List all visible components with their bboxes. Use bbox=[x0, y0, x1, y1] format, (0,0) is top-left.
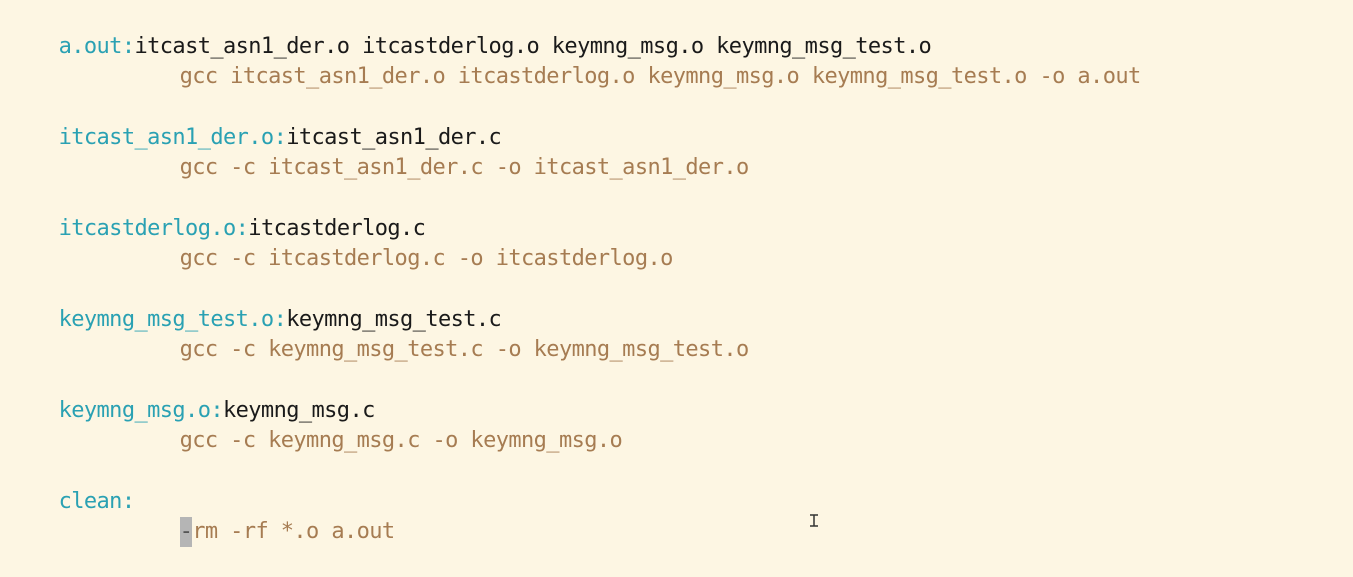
recipe-command: gcc itcast_asn1_der.o itcastderlog.o key… bbox=[179, 64, 1142, 89]
recipe-line-a-out[interactable]: gcc itcast_asn1_der.o itcastderlog.o key… bbox=[129, 32, 1142, 89]
recipe-command: gcc -c itcast_asn1_der.c -o itcast_asn1_… bbox=[179, 155, 750, 180]
recipe-line-clean[interactable]: -rm -rf *.o a.out bbox=[129, 487, 395, 547]
rule-line-clean[interactable]: clean: bbox=[8, 457, 135, 514]
rule-line-itcast-asn1-der[interactable]: itcast_asn1_der.o:itcast_asn1_der.c bbox=[8, 93, 502, 150]
rule-line-keymng-msg-test[interactable]: keymng_msg_test.o:keymng_msg_test.c bbox=[8, 275, 502, 332]
recipe-command: gcc -c itcastderlog.c -o itcastderlog.o bbox=[179, 246, 674, 271]
text-ibeam-icon bbox=[810, 514, 818, 527]
rule-line-itcastderlog[interactable]: itcastderlog.o:itcastderlog.c bbox=[8, 184, 426, 241]
recipe-command: gcc -c keymng_msg_test.c -o keymng_msg_t… bbox=[179, 337, 750, 362]
rule-target: clean bbox=[58, 489, 123, 514]
makefile-editor[interactable]: a.out:itcast_asn1_der.o itcastderlog.o k… bbox=[0, 0, 1353, 547]
recipe-command: gcc -c keymng_msg.c -o keymng_msg.o bbox=[179, 428, 623, 453]
recipe-line-itcastderlog[interactable]: gcc -c itcastderlog.c -o itcastderlog.o bbox=[129, 214, 674, 271]
recipe-command: rm -rf *.o a.out bbox=[192, 519, 395, 544]
text-cursor: - bbox=[179, 517, 193, 547]
recipe-line-keymng-msg-test[interactable]: gcc -c keymng_msg_test.c -o keymng_msg_t… bbox=[129, 305, 750, 362]
rule-target: a.out bbox=[58, 34, 123, 59]
recipe-line-itcast-asn1-der[interactable]: gcc -c itcast_asn1_der.c -o itcast_asn1_… bbox=[129, 123, 750, 180]
rule-line-keymng-msg[interactable]: keymng_msg.o:keymng_msg.c bbox=[8, 366, 376, 423]
recipe-line-keymng-msg[interactable]: gcc -c keymng_msg.c -o keymng_msg.o bbox=[129, 396, 623, 453]
rule-line-a-out[interactable]: a.out:itcast_asn1_der.o itcastderlog.o k… bbox=[8, 2, 932, 59]
